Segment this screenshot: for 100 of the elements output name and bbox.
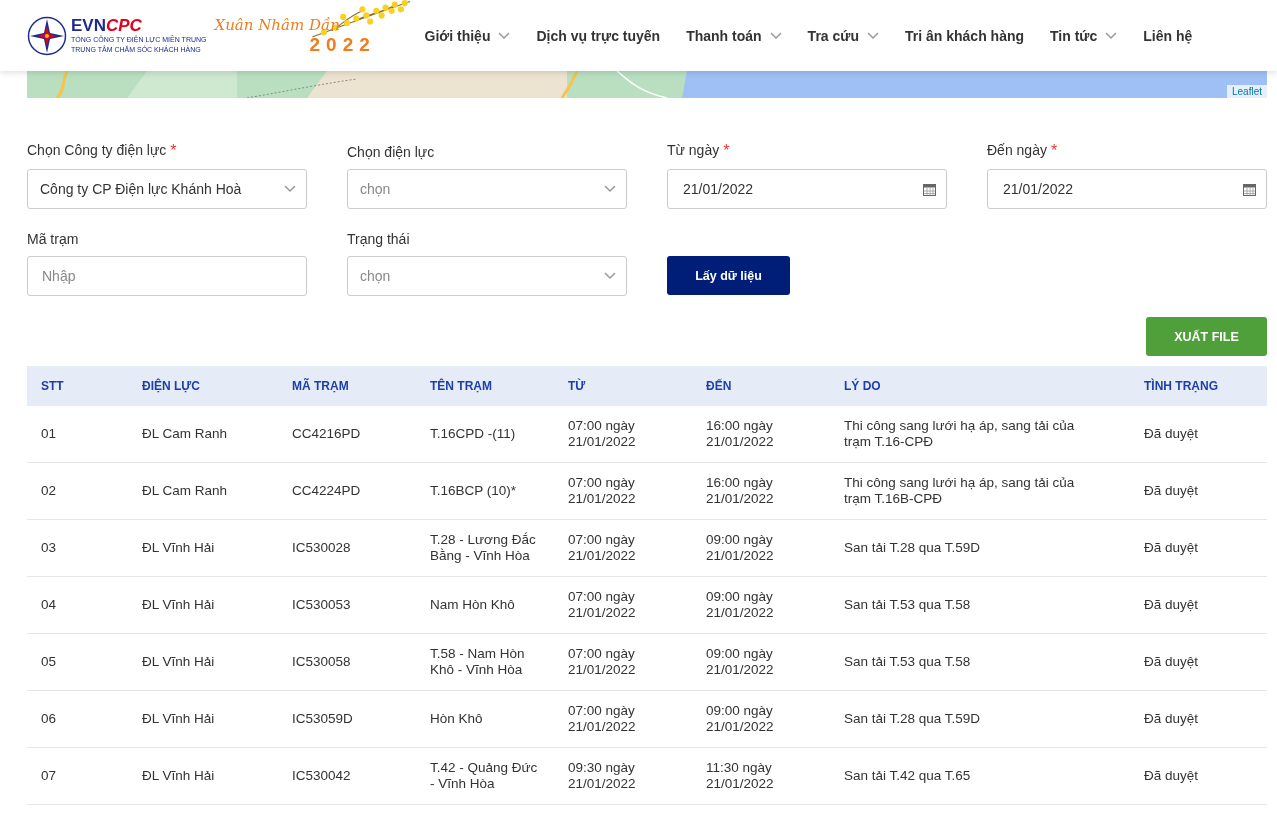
table-cell: 07:00 ngày 21/01/2022 <box>554 690 692 748</box>
table-cell: 16:00 ngày 21/01/2022 <box>692 462 830 520</box>
banner-year: 2022 <box>309 33 377 56</box>
table-cell: Đã duyệt <box>1130 690 1267 748</box>
field-label: Trạng thái <box>347 231 411 247</box>
table-cell: San tải T.53 qua T.58 <box>830 576 1130 634</box>
table-cell: ĐL Vĩnh Hải <box>128 747 278 805</box>
field-label: Đến ngày <box>987 142 1047 160</box>
table-cell: 09:00 ngày 21/01/2022 <box>692 633 830 691</box>
column-header: TÌNH TRẠNG <box>1130 366 1267 406</box>
table-cell: IC530028 <box>278 519 416 577</box>
chevron-down-icon <box>867 31 879 40</box>
nav-link[interactable]: Tri ân khách hàng <box>905 27 1025 44</box>
input-field[interactable]: Nhập <box>27 256 307 296</box>
table-cell: 02 <box>27 462 128 520</box>
select-field[interactable]: chọn <box>347 169 627 209</box>
table-cell: ĐL Cam Ranh <box>128 462 278 520</box>
table-cell: Thi công sang lưới hạ áp, sang tải của trạm T.16B-CPĐ <box>830 462 1130 520</box>
chevron-down-icon <box>498 31 511 40</box>
nav-link[interactable]: Giới thiệu <box>424 27 511 44</box>
table-cell: 07 <box>27 747 128 805</box>
nav-link[interactable]: Tra cứu <box>807 27 879 44</box>
chevron-down-icon <box>1105 31 1118 40</box>
table-cell: Thi công sang lưới hạ áp, sang tải của trạm T.16-CPĐ <box>830 406 1130 463</box>
table-cell: 11:30 ngày 21/01/2022 <box>692 747 830 805</box>
table-cell: IC530053 <box>278 576 416 634</box>
required-mark: * <box>170 142 177 160</box>
chevron-down-icon <box>769 31 782 40</box>
table-cell: T.42 - Quảng Đức - Vĩnh Hòa <box>416 747 554 805</box>
table-cell: San tải T.53 qua T.58 <box>830 633 1130 691</box>
chevron-down-icon <box>604 185 616 193</box>
table-cell: 05 <box>27 633 128 691</box>
table-cell: San tải T.28 qua T.59D <box>830 690 1130 748</box>
nav-link[interactable]: Tin tức <box>1050 27 1118 44</box>
table-cell: 07:00 ngày 21/01/2022 <box>554 406 692 463</box>
table-cell: T.16CPD -(11) <box>416 406 554 463</box>
logo-icon <box>27 15 67 56</box>
chevron-down-icon <box>604 272 616 280</box>
table-cell: Đã duyệt <box>1130 462 1267 520</box>
calendar-icon <box>923 182 936 196</box>
date-field[interactable]: 21/01/2022 <box>987 169 1267 209</box>
banner-script: Xuân Nhâm Dần <box>214 15 341 34</box>
table-cell: ĐL Cam Ranh <box>128 406 278 463</box>
select-field[interactable]: chọn <box>347 256 627 296</box>
column-header: STT <box>27 366 128 406</box>
table-cell: ĐL Vĩnh Hải <box>128 576 278 634</box>
table-cell: 09:00 ngày 21/01/2022 <box>692 690 830 748</box>
field-label: Mã trạm <box>27 231 80 247</box>
table-cell: IC530058 <box>278 633 416 691</box>
table-cell: 06 <box>27 690 128 748</box>
table-cell: Đã duyệt <box>1130 406 1267 463</box>
table-cell: Đã duyệt <box>1130 633 1267 691</box>
table-cell: 09:00 ngày 21/01/2022 <box>692 519 830 577</box>
table-cell: San tải T.42 qua T.65 <box>830 747 1130 805</box>
field-label: Chọn điện lực <box>347 144 436 160</box>
table-cell: 07:00 ngày 21/01/2022 <box>554 576 692 634</box>
table-cell: 16:00 ngày 21/01/2022 <box>692 406 830 463</box>
table-cell: CC4224PD <box>278 462 416 520</box>
brand-name: EVNCPC <box>71 16 142 35</box>
nav-link[interactable]: Thanh toán <box>686 27 782 44</box>
nav-link[interactable]: Liên hệ <box>1143 27 1193 44</box>
column-header: MÃ TRẠM <box>278 366 416 406</box>
table-cell: ĐL Vĩnh Hải <box>128 690 278 748</box>
select-field[interactable]: Công ty CP Điện lực Khánh Hoà <box>27 169 307 209</box>
table-cell: 09:00 ngày 21/01/2022 <box>692 576 830 634</box>
table-cell: Đã duyệt <box>1130 519 1267 577</box>
table-cell: 07:00 ngày 21/01/2022 <box>554 519 692 577</box>
table-cell: Hòn Khô <box>416 690 554 748</box>
column-header: TÊN TRẠM <box>416 366 554 406</box>
get-data-button[interactable]: Lấy dữ liệu <box>667 256 790 295</box>
table-cell: 01 <box>27 406 128 463</box>
attribution-link[interactable]: Leaflet <box>1226 85 1267 98</box>
table-cell: San tải T.28 qua T.59D <box>830 519 1130 577</box>
required-mark: * <box>723 142 730 160</box>
table-cell: ĐL Vĩnh Hải <box>128 519 278 577</box>
table-cell: T.28 - Lương Đắc Bằng - Vĩnh Hòa <box>416 519 554 577</box>
table-cell: IC530042 <box>278 747 416 805</box>
column-header: ĐẾN <box>692 366 830 406</box>
table-cell: 07:00 ngày 21/01/2022 <box>554 462 692 520</box>
table-cell: T.58 - Nam Hòn Khô - Vĩnh Hòa <box>416 633 554 691</box>
table-cell: 04 <box>27 576 128 634</box>
field-label: Từ ngày <box>667 142 720 160</box>
table-cell: IC53059D <box>278 690 416 748</box>
chevron-down-icon <box>284 185 296 193</box>
table-cell: 07:00 ngày 21/01/2022 <box>554 633 692 691</box>
required-mark: * <box>1050 142 1058 160</box>
table-cell: 03 <box>27 519 128 577</box>
table-cell: T.16BCP (10)* <box>416 462 554 520</box>
date-field[interactable]: 21/01/2022 <box>667 169 947 209</box>
table-cell: Đã duyệt <box>1130 747 1267 805</box>
column-header: TỪ <box>554 366 692 406</box>
table-cell: CC4216PD <box>278 406 416 463</box>
table-cell: Đã duyệt <box>1130 576 1267 634</box>
table-cell: Nam Hòn Khô <box>416 576 554 634</box>
nav-link[interactable]: Dịch vụ trực tuyến <box>536 27 661 44</box>
field-label: Chọn Công ty điện lực <box>27 142 167 160</box>
column-header: LÝ DO <box>830 366 1130 406</box>
column-header: ĐIỆN LỰC <box>128 366 278 406</box>
calendar-icon <box>1243 182 1256 196</box>
table-cell: 09:30 ngày 21/01/2022 <box>554 747 692 805</box>
